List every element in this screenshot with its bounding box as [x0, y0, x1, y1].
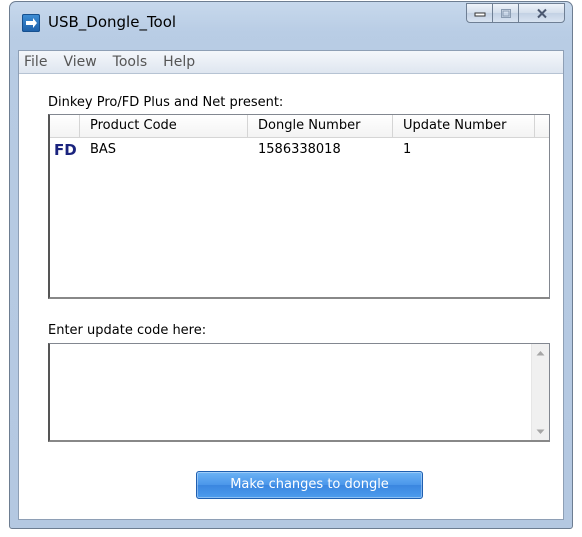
app-window: USB_Dongle_Tool File View Tools Help Din… — [9, 1, 573, 529]
column-header-update-number[interactable]: Update Number — [393, 115, 535, 137]
cell-update-number: 1 — [403, 142, 412, 157]
menu-file[interactable]: File — [19, 54, 55, 70]
cell-dongle-number: 1586338018 — [258, 142, 341, 157]
cell-product-code: BAS — [90, 142, 117, 157]
close-button[interactable] — [518, 3, 565, 23]
chevron-up-icon — [536, 350, 545, 355]
column-header-dongle-number[interactable]: Dongle Number — [248, 115, 393, 137]
chevron-down-icon — [536, 429, 545, 434]
caption-buttons — [466, 3, 565, 23]
menu-view[interactable]: View — [55, 54, 104, 70]
menu-bar: File View Tools Help — [19, 51, 563, 74]
maximize-button[interactable] — [492, 3, 519, 23]
menu-help[interactable]: Help — [155, 54, 203, 70]
scroll-up-button[interactable] — [532, 344, 549, 361]
close-icon — [536, 8, 547, 18]
menu-tools[interactable]: Tools — [105, 54, 156, 70]
column-header-icon[interactable] — [50, 115, 80, 137]
list-header: Product Code Dongle Number Update Number — [50, 115, 549, 138]
title-bar[interactable]: USB_Dongle_Tool — [10, 2, 572, 50]
update-code-input[interactable] — [48, 343, 550, 442]
window-title: USB_Dongle_Tool — [48, 13, 177, 31]
vertical-scrollbar[interactable] — [531, 344, 549, 440]
table-row[interactable]: FD BAS 1586338018 1 — [50, 139, 549, 161]
update-code-label: Enter update code here: — [48, 323, 207, 338]
scroll-down-button[interactable] — [532, 423, 549, 440]
app-icon[interactable] — [22, 14, 40, 32]
minimize-icon — [474, 12, 485, 17]
minimize-button[interactable] — [466, 3, 493, 23]
column-header-product-code[interactable]: Product Code — [80, 115, 248, 137]
make-changes-button[interactable]: Make changes to dongle — [196, 471, 423, 499]
maximize-icon — [500, 8, 511, 18]
dongles-label: Dinkey Pro/FD Plus and Net present: — [48, 95, 284, 110]
dongle-list[interactable]: Product Code Dongle Number Update Number… — [48, 114, 550, 299]
client-area: File View Tools Help Dinkey Pro/FD Plus … — [18, 50, 564, 520]
fd-dongle-icon: FD — [54, 141, 77, 159]
